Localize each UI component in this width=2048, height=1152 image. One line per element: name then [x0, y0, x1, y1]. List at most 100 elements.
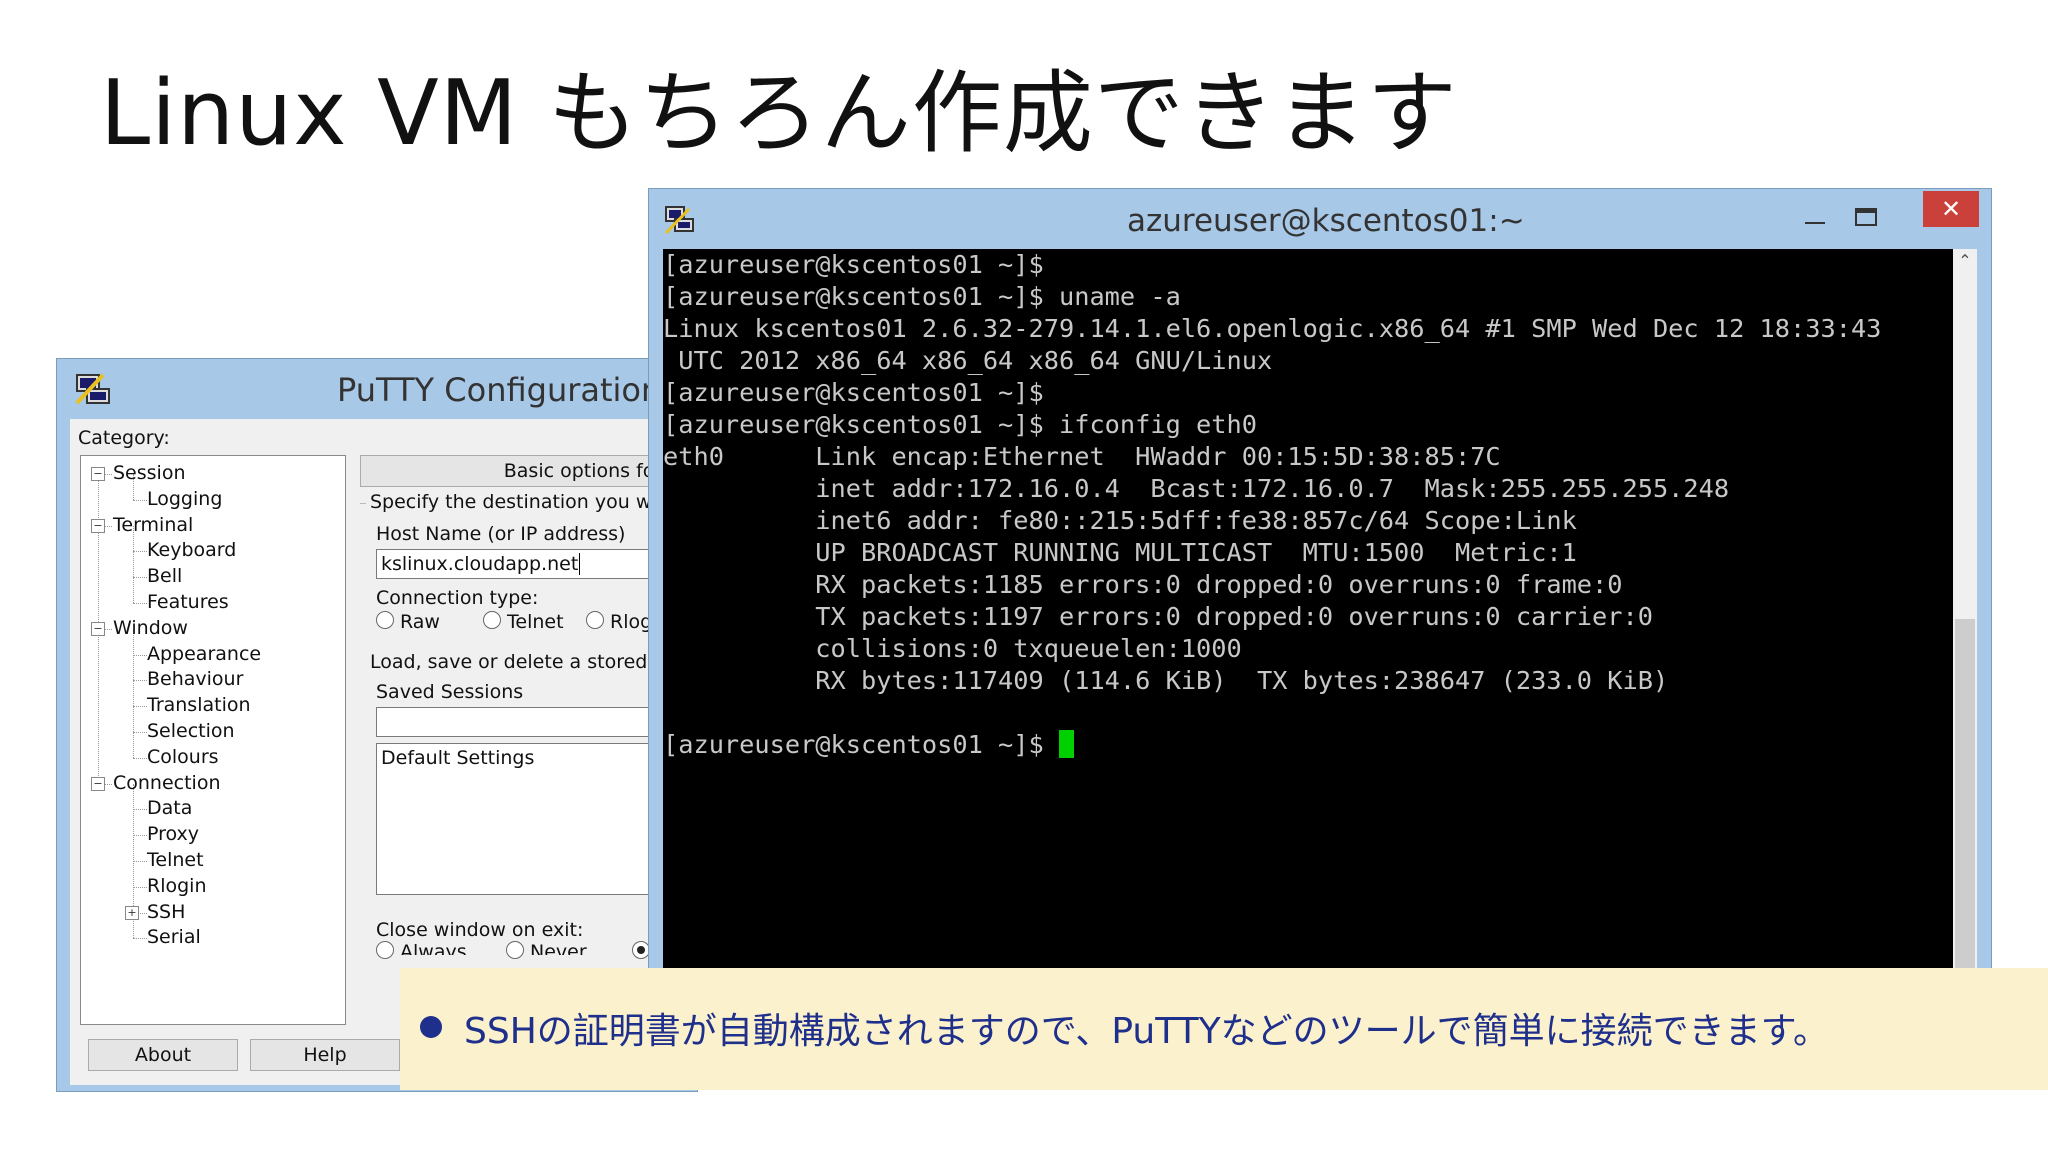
minimize-button[interactable] — [1789, 199, 1839, 235]
terminal-window-title: azureuser@kscentos01:~ — [1127, 203, 1525, 239]
tree-item-session[interactable]: Session — [113, 462, 186, 484]
tree-item-colours[interactable]: Colours — [147, 746, 219, 768]
tree-collapse-icon[interactable]: − — [91, 621, 105, 636]
terminal-line-text: TX packets:1197 errors:0 dropped:0 overr… — [663, 602, 1653, 631]
load-save-label: Load, save or delete a stored s — [370, 651, 664, 673]
terminal-line: TX packets:1197 errors:0 dropped:0 overr… — [663, 601, 1953, 633]
tree-connector — [133, 628, 134, 758]
specify-destination-label: Specify the destination you wa — [370, 491, 664, 513]
tree-item-appearance[interactable]: Appearance — [147, 643, 261, 665]
tree-item-behaviour[interactable]: Behaviour — [147, 668, 243, 690]
tree-item-window[interactable]: Window — [113, 617, 188, 639]
terminal-output: [azureuser@kscentos01 ~]$ [azureuser@ksce… — [663, 249, 1953, 761]
radio-never[interactable] — [506, 941, 524, 959]
about-button[interactable]: About — [88, 1039, 238, 1071]
radio-never-label: Never — [530, 941, 587, 955]
tree-connector — [133, 835, 147, 837]
tree-item-keyboard[interactable]: Keyboard — [147, 539, 236, 561]
tree-item-data[interactable]: Data — [147, 797, 192, 819]
close-window-label: Close window on exit: — [376, 919, 584, 941]
tree-expand-icon[interactable]: + — [125, 905, 139, 920]
tree-item-selection[interactable]: Selection — [147, 720, 235, 742]
close-button[interactable]: ✕ — [1923, 191, 1979, 227]
terminal-line: inet addr:172.16.0.4 Bcast:172.16.0.7 Ma… — [663, 473, 1953, 505]
terminal-line-text: [azureuser@kscentos01 ~]$ — [663, 250, 1044, 279]
terminal-line-text: inet6 addr: fe80::215:5dff:fe38:857c/64 … — [663, 506, 1577, 535]
terminal-cursor — [1058, 730, 1074, 758]
callout-box: SSHの証明書が自動構成されますので、PuTTYなどのツールで簡単に接続できます… — [400, 968, 2048, 1090]
tree-item-translation[interactable]: Translation — [147, 694, 251, 716]
tree-connector — [133, 757, 147, 759]
tree-item-proxy[interactable]: Proxy — [147, 823, 199, 845]
putty-app-icon — [75, 373, 110, 405]
terminal-line: UTC 2012 x86_64 x86_64 x86_64 GNU/Linux — [663, 345, 1953, 377]
terminal-line-text: inet addr:172.16.0.4 Bcast:172.16.0.7 Ma… — [663, 474, 1730, 503]
terminal-scrollbar[interactable]: ⌃ — [1953, 249, 1977, 969]
radio-telnet[interactable] — [483, 611, 501, 629]
terminal-line: [azureuser@kscentos01 ~]$ ifconfig eth0 — [663, 409, 1953, 441]
terminal-line-text: [azureuser@kscentos01 ~]$ — [663, 378, 1044, 407]
tree-collapse-icon[interactable]: − — [91, 776, 105, 791]
bullet-icon — [420, 1016, 442, 1038]
tree-item-telnet[interactable]: Telnet — [147, 849, 204, 871]
terminal-line: [azureuser@kscentos01 ~]$ uname -a — [663, 281, 1953, 313]
terminal-screen[interactable]: [azureuser@kscentos01 ~]$ [azureuser@ksce… — [663, 249, 1977, 969]
tree-connector — [133, 886, 147, 888]
terminal-line: collisions:0 txqueuelen:1000 — [663, 633, 1953, 665]
terminal-line-text: UTC 2012 x86_64 x86_64 x86_64 GNU/Linux — [663, 346, 1273, 375]
tree-connector — [133, 654, 147, 656]
host-name-label: Host Name (or IP address) — [376, 523, 626, 545]
putty-window-title: PuTTY Configuration — [337, 371, 662, 409]
saved-sessions-label: Saved Sessions — [376, 681, 524, 703]
terminal-line: [azureuser@kscentos01 ~]$ — [663, 249, 1953, 281]
radio-raw[interactable] — [376, 611, 394, 629]
tree-connector — [133, 809, 147, 811]
putty-titlebar[interactable]: PuTTY Configuration — [57, 359, 697, 419]
tree-connector — [133, 551, 147, 553]
connection-type-label: Connection type: — [376, 587, 539, 609]
radio-rlogin[interactable] — [586, 611, 604, 629]
tree-item-features[interactable]: Features — [147, 591, 229, 613]
tree-connector — [133, 603, 147, 604]
tree-item-connection[interactable]: Connection — [113, 772, 221, 794]
scroll-up-arrow-icon[interactable]: ⌃ — [1953, 249, 1977, 273]
radio-telnet-label: Telnet — [507, 611, 564, 633]
putty-terminal-icon — [664, 206, 694, 235]
terminal-line-text: [azureuser@kscentos01 ~]$ uname -a — [663, 282, 1181, 311]
slide-title: Linux VM もちろん作成できます — [100, 61, 1458, 166]
tree-connector — [133, 861, 147, 862]
tree-collapse-icon[interactable]: − — [91, 467, 105, 481]
radio-rlogin-label: Rlog — [610, 611, 653, 633]
help-button[interactable]: Help — [250, 1039, 400, 1071]
category-tree[interactable]: − Session Logging − Terminal Keyboard Bell Feat… — [80, 455, 346, 1025]
tree-item-bell[interactable]: Bell — [147, 565, 182, 587]
host-name-value: kslinux.cloudapp.net — [381, 553, 579, 575]
tree-item-rlogin[interactable]: Rlogin — [147, 875, 207, 897]
radio-always[interactable] — [376, 941, 394, 959]
terminal-line-text: [azureuser@kscentos01 ~]$ ifconfig eth0 — [663, 410, 1257, 439]
terminal-line-text: UP BROADCAST RUNNING MULTICAST MTU:1500 … — [663, 538, 1577, 567]
terminal-line: Linux kscentos01 2.6.32-279.14.1.el6.ope… — [663, 313, 1953, 345]
radio-raw-label: Raw — [400, 611, 440, 633]
tree-item-serial[interactable]: Serial — [147, 926, 201, 948]
terminal-window[interactable]: azureuser@kscentos01:~ ✕ [azureuser@ksce… — [648, 188, 1992, 970]
tree-item-logging[interactable]: Logging — [147, 488, 222, 510]
terminal-line: eth0 Link encap:Ethernet HWaddr 00:15:5D… — [663, 441, 1953, 473]
terminal-line: [azureuser@kscentos01 ~]$ — [663, 729, 1953, 761]
tree-item-terminal[interactable]: Terminal — [113, 514, 193, 536]
tree-connector — [133, 525, 134, 603]
tree-connector — [133, 499, 147, 501]
tree-item-ssh[interactable]: SSH — [147, 901, 185, 923]
terminal-line-text: [azureuser@kscentos01 ~]$ — [663, 730, 1059, 759]
maximize-button[interactable] — [1841, 199, 1891, 235]
tree-connector — [133, 577, 147, 579]
terminal-line: RX packets:1185 errors:0 dropped:0 overr… — [663, 569, 1953, 601]
tree-connector — [133, 938, 147, 940]
tree-collapse-icon[interactable]: − — [91, 518, 105, 533]
callout-text: SSHの証明書が自動構成されますので、PuTTYなどのツールで簡単に接続できます… — [464, 1011, 1829, 1052]
scroll-thumb[interactable] — [1955, 619, 1975, 969]
terminal-line-text: RX bytes:117409 (114.6 KiB) TX bytes:238… — [663, 666, 1669, 695]
tree-connector — [133, 680, 147, 682]
terminal-line: UP BROADCAST RUNNING MULTICAST MTU:1500 … — [663, 537, 1953, 569]
